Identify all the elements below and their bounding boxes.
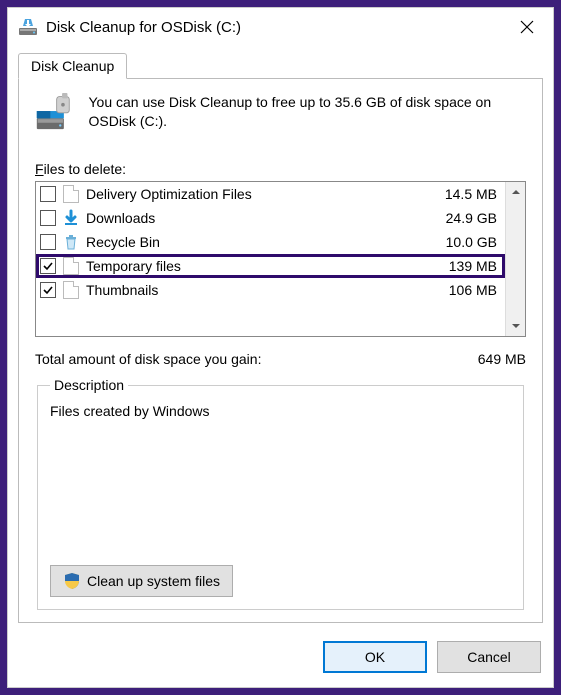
file-checkbox[interactable] xyxy=(40,210,56,226)
file-size: 14.5 MB xyxy=(427,186,497,202)
file-name: Recycle Bin xyxy=(86,234,421,250)
file-row[interactable]: Delivery Optimization Files 14.5 MB xyxy=(36,182,505,206)
check-icon xyxy=(42,284,54,296)
download-icon xyxy=(62,209,80,227)
ok-button[interactable]: OK xyxy=(323,641,427,673)
chevron-down-icon xyxy=(511,321,521,331)
cleanup-button-label: Clean up system files xyxy=(87,573,220,589)
file-checkbox[interactable] xyxy=(40,234,56,250)
description-fieldset: Description Files created by Windows Cle… xyxy=(37,377,524,610)
description-legend: Description xyxy=(50,377,128,393)
cancel-button[interactable]: Cancel xyxy=(437,641,541,673)
intro-text: You can use Disk Cleanup to free up to 3… xyxy=(88,93,526,139)
file-checkbox[interactable] xyxy=(40,186,56,202)
drive-cleanup-icon xyxy=(35,93,76,139)
files-listbox: Delivery Optimization Files 14.5 MB Downlo… xyxy=(35,181,526,337)
page-icon xyxy=(62,281,80,299)
file-checkbox[interactable] xyxy=(40,258,56,274)
scroll-down-button[interactable] xyxy=(506,316,525,336)
titlebar: Disk Cleanup for OSDisk (C:) xyxy=(8,8,553,46)
disk-cleanup-icon xyxy=(18,17,38,37)
intro: You can use Disk Cleanup to free up to 3… xyxy=(35,93,526,139)
file-row[interactable]: Recycle Bin 10.0 GB xyxy=(36,230,505,254)
shield-icon xyxy=(63,572,81,590)
page-icon xyxy=(62,257,80,275)
tab-row: Disk Cleanup xyxy=(8,46,553,78)
files-list: Delivery Optimization Files 14.5 MB Downlo… xyxy=(36,182,505,336)
file-name: Downloads xyxy=(86,210,421,226)
tab-disk-cleanup[interactable]: Disk Cleanup xyxy=(18,53,127,79)
total-label: Total amount of disk space you gain: xyxy=(35,351,478,367)
file-name: Temporary files xyxy=(86,258,421,274)
recycle-icon xyxy=(62,233,80,251)
cleanup-system-files-button[interactable]: Clean up system files xyxy=(50,565,233,597)
scroll-up-button[interactable] xyxy=(506,182,525,202)
disk-cleanup-window: Disk Cleanup for OSDisk (C:) Disk Cleanu… xyxy=(7,7,554,688)
check-icon xyxy=(42,260,54,272)
file-row[interactable]: Downloads 24.9 GB xyxy=(36,206,505,230)
total-value: 649 MB xyxy=(478,351,526,367)
files-to-delete-label: Files to delete: xyxy=(35,161,526,177)
tab-panel: You can use Disk Cleanup to free up to 3… xyxy=(18,78,543,623)
close-icon xyxy=(520,20,534,34)
scrollbar[interactable] xyxy=(505,182,525,336)
file-size: 106 MB xyxy=(427,282,497,298)
page-icon xyxy=(62,185,80,203)
file-checkbox[interactable] xyxy=(40,282,56,298)
chevron-up-icon xyxy=(511,187,521,197)
dialog-footer: OK Cancel xyxy=(8,631,553,687)
file-size: 10.0 GB xyxy=(427,234,497,250)
description-text: Files created by Windows xyxy=(50,403,511,565)
file-size: 24.9 GB xyxy=(427,210,497,226)
file-size: 139 MB xyxy=(427,258,497,274)
total-row: Total amount of disk space you gain: 649… xyxy=(35,351,526,367)
file-name: Thumbnails xyxy=(86,282,421,298)
close-button[interactable] xyxy=(513,13,541,41)
window-title: Disk Cleanup for OSDisk (C:) xyxy=(46,19,513,36)
file-row[interactable]: Temporary files 139 MB xyxy=(36,254,505,278)
file-name: Delivery Optimization Files xyxy=(86,186,421,202)
file-row[interactable]: Thumbnails 106 MB xyxy=(36,278,505,302)
